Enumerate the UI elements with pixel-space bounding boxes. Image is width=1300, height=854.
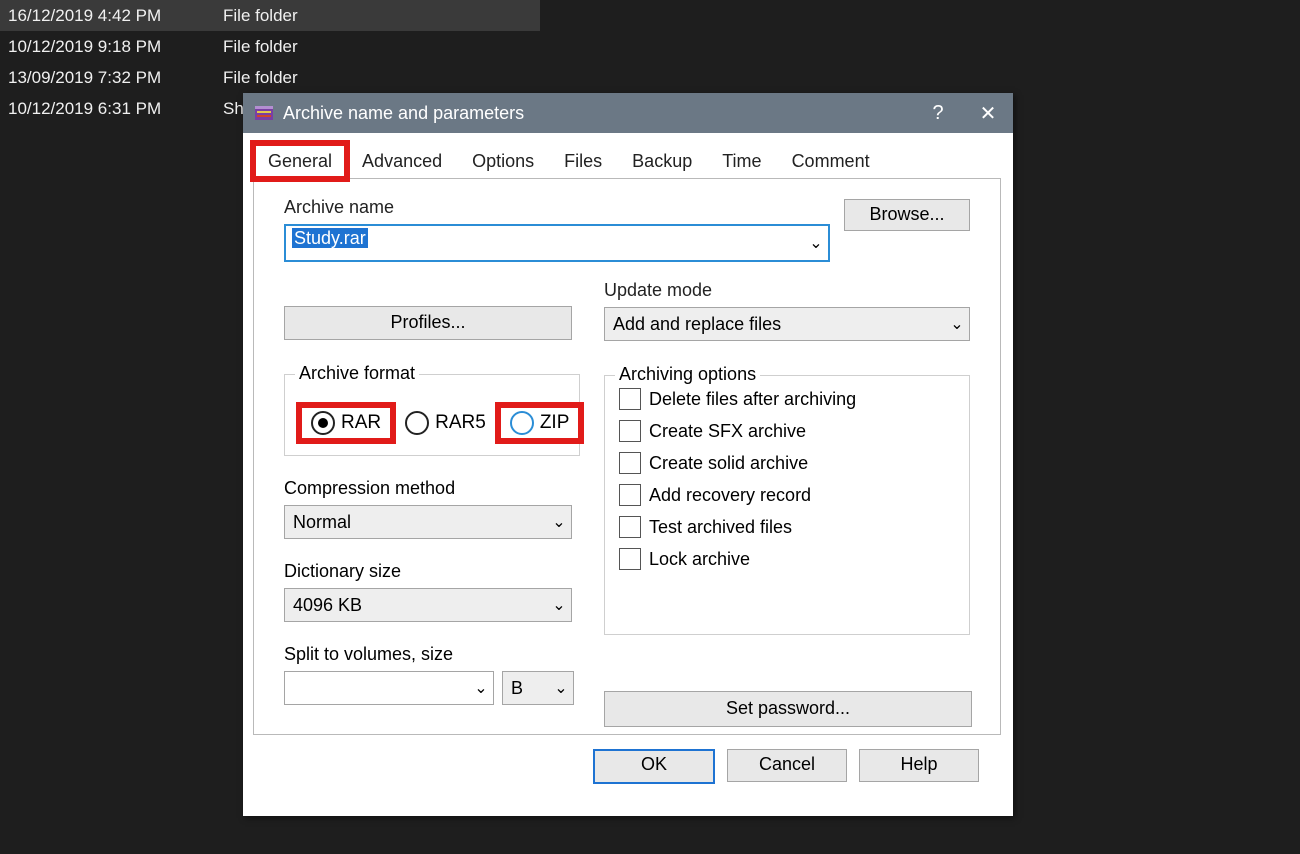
dictionary-label: Dictionary size <box>284 561 580 582</box>
dialog-title: Archive name and parameters <box>283 103 913 124</box>
tab-time[interactable]: Time <box>707 143 776 179</box>
chevron-down-icon: ⌄ <box>469 678 493 698</box>
archive-dialog: Archive name and parameters ? ✕ General … <box>243 93 1013 816</box>
archive-name-value[interactable]: Study.rar <box>286 228 804 258</box>
file-type: File folder <box>223 37 298 57</box>
dictionary-select[interactable]: 4096 KB ⌄ <box>284 588 572 622</box>
ok-button[interactable]: OK <box>593 749 715 784</box>
titlebar[interactable]: Archive name and parameters ? ✕ <box>243 93 1013 133</box>
profiles-button[interactable]: Profiles... <box>284 306 572 340</box>
update-mode-select[interactable]: Add and replace files ⌄ <box>604 307 970 341</box>
file-type: File folder <box>223 68 298 88</box>
tab-general[interactable]: General <box>253 143 347 179</box>
tab-backup[interactable]: Backup <box>617 143 707 179</box>
split-size-input[interactable]: ⌄ <box>284 671 494 705</box>
opt-delete-after[interactable]: Delete files after archiving <box>619 388 955 410</box>
file-type: File folder <box>223 6 298 26</box>
update-label: Update mode <box>604 280 970 301</box>
browse-button[interactable]: Browse... <box>844 199 970 231</box>
radio-rar5[interactable]: RAR5 <box>393 405 498 441</box>
chevron-down-icon[interactable]: ⌄ <box>804 233 828 253</box>
file-date: 13/09/2019 7:32 PM <box>0 68 223 88</box>
radio-icon <box>405 411 429 435</box>
tab-advanced[interactable]: Advanced <box>347 143 457 179</box>
compression-select[interactable]: Normal ⌄ <box>284 505 572 539</box>
cancel-button[interactable]: Cancel <box>727 749 847 782</box>
tab-options[interactable]: Options <box>457 143 549 179</box>
archive-name-label: Archive name <box>284 197 830 218</box>
file-date: 10/12/2019 9:18 PM <box>0 37 223 57</box>
tab-content: Archive name Study.rar ⌄ Browse... Profi… <box>253 179 1001 735</box>
opt-test[interactable]: Test archived files <box>619 516 955 538</box>
options-legend: Archiving options <box>615 364 760 385</box>
radio-rar[interactable]: RAR <box>299 405 393 441</box>
opt-recovery[interactable]: Add recovery record <box>619 484 955 506</box>
radio-zip[interactable]: ZIP <box>498 405 582 441</box>
opt-solid[interactable]: Create solid archive <box>619 452 955 474</box>
chevron-down-icon: ⌄ <box>547 595 571 615</box>
list-item[interactable]: 13/09/2019 7:32 PM File folder <box>0 62 540 93</box>
close-icon: ✕ <box>980 101 997 126</box>
close-button[interactable]: ✕ <box>963 93 1013 133</box>
opt-lock[interactable]: Lock archive <box>619 548 955 570</box>
set-password-button[interactable]: Set password... <box>604 691 972 727</box>
checkbox-icon <box>619 484 641 506</box>
checkbox-icon <box>619 388 641 410</box>
chevron-down-icon: ⌄ <box>547 512 571 532</box>
list-item[interactable]: 16/12/2019 4:42 PM File folder <box>0 0 540 31</box>
list-item[interactable]: 10/12/2019 9:18 PM File folder <box>0 31 540 62</box>
tab-strip: General Advanced Options Files Backup Ti… <box>253 143 1001 179</box>
chevron-down-icon: ⌄ <box>945 314 969 334</box>
file-date: 16/12/2019 4:42 PM <box>0 6 223 26</box>
tab-files[interactable]: Files <box>549 143 617 179</box>
checkbox-icon <box>619 452 641 474</box>
help-button[interactable]: ? <box>913 93 963 133</box>
radio-icon <box>311 411 335 435</box>
file-date: 10/12/2019 6:31 PM <box>0 99 223 119</box>
format-legend: Archive format <box>295 363 419 384</box>
radio-icon <box>510 411 534 435</box>
chevron-down-icon: ⌄ <box>549 678 573 698</box>
tab-comment[interactable]: Comment <box>777 143 885 179</box>
compression-label: Compression method <box>284 478 580 499</box>
opt-sfx[interactable]: Create SFX archive <box>619 420 955 442</box>
checkbox-icon <box>619 420 641 442</box>
winrar-icon <box>253 102 275 124</box>
checkbox-icon <box>619 548 641 570</box>
archive-name-input[interactable]: Study.rar ⌄ <box>284 224 830 262</box>
split-unit-select[interactable]: B ⌄ <box>502 671 574 705</box>
checkbox-icon <box>619 516 641 538</box>
split-label: Split to volumes, size <box>284 644 580 665</box>
help-button[interactable]: Help <box>859 749 979 782</box>
dialog-buttons: OK Cancel Help <box>253 735 1001 784</box>
